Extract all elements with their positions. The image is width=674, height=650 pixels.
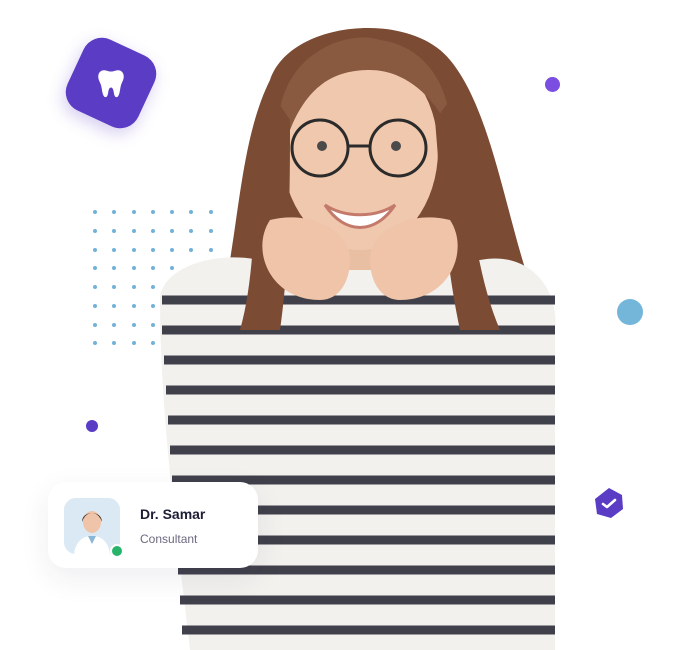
decor-dot-purple-small: [86, 420, 98, 432]
tooth-icon: [98, 70, 124, 98]
online-status-dot: [110, 544, 124, 558]
doctor-card[interactable]: Dr. Samar Consultant: [48, 482, 258, 568]
tooth-badge: [59, 31, 163, 135]
doctor-role: Consultant: [140, 532, 198, 546]
doctor-name: Dr. Samar: [140, 506, 206, 522]
decor-dot-blue: [617, 299, 643, 325]
check-icon: [595, 488, 623, 518]
hero-illustration: Dr. Samar Consultant: [0, 0, 674, 650]
